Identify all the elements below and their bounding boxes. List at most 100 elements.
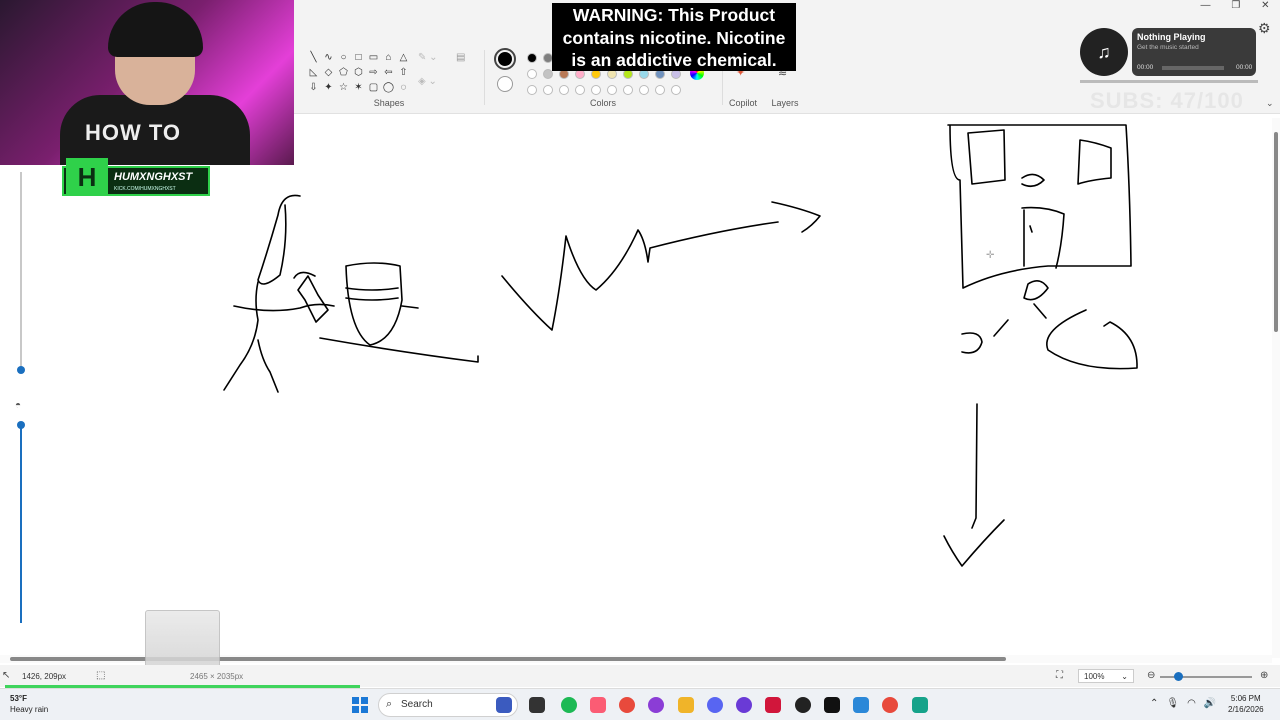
badge-logo: H <box>66 158 108 196</box>
shape-option[interactable]: ◯ <box>381 80 396 95</box>
shape-option[interactable]: ✶ <box>351 80 366 95</box>
shape-option[interactable]: ○ <box>336 50 351 65</box>
shape-option[interactable]: □ <box>351 50 366 65</box>
wifi-icon[interactable]: ◠ <box>1187 698 1196 709</box>
stroke <box>1077 139 1112 185</box>
chevron-up-icon[interactable]: ⌃ <box>1150 698 1158 709</box>
stroke <box>233 303 335 312</box>
brush-size-track[interactable] <box>20 172 22 370</box>
stroke <box>947 124 1132 289</box>
shape-option[interactable]: ⇦ <box>381 65 396 80</box>
stroke <box>293 271 316 279</box>
shapes-more-icon[interactable]: ▤ <box>456 52 465 63</box>
shape-option[interactable]: ⇧ <box>396 65 411 80</box>
zoom-in-icon[interactable]: ⊕ <box>1260 670 1268 681</box>
zoom-out-icon[interactable]: ⊖ <box>1147 670 1155 681</box>
brush-size-knob[interactable] <box>17 366 25 374</box>
fit-screen-icon[interactable]: ⛶ <box>1056 670 1063 681</box>
color-swatch[interactable] <box>623 85 633 95</box>
opacity-knob[interactable] <box>17 421 25 429</box>
music-subtitle: Get the music started <box>1137 44 1199 51</box>
music-app-icon[interactable] <box>590 697 606 713</box>
warning-line: WARNING: This Product <box>572 5 776 25</box>
color-swatch[interactable] <box>607 85 617 95</box>
shape-option[interactable]: ▭ <box>366 50 381 65</box>
spotify-icon[interactable] <box>561 697 577 713</box>
discord-icon[interactable] <box>707 697 723 713</box>
color-swatch[interactable] <box>527 69 537 79</box>
streamer-badge: H HUMXNGHXST KICK.COM/HUMXNGHXST <box>62 158 210 196</box>
app-icon[interactable] <box>824 697 840 713</box>
notepad-icon[interactable] <box>853 697 869 713</box>
shape-option[interactable]: ⌂ <box>381 50 396 65</box>
music-progress-bar <box>1162 66 1224 70</box>
mic-icon[interactable]: 🎙 <box>1166 698 1179 709</box>
stroke <box>967 129 1006 185</box>
obs-icon[interactable] <box>648 697 664 713</box>
shape-option[interactable]: ☆ <box>336 80 351 95</box>
shape-option[interactable]: ⇩ <box>306 80 321 95</box>
gear-icon[interactable]: ⚙ <box>1258 20 1271 37</box>
color-swatch[interactable] <box>527 85 537 95</box>
shape-option[interactable]: ◇ <box>321 65 336 80</box>
color-swatch[interactable] <box>543 85 553 95</box>
color-swatch[interactable] <box>687 85 697 95</box>
shape-option[interactable]: ╲ <box>306 50 321 65</box>
minimize-icon[interactable]: — <box>1200 0 1210 14</box>
clock-date: 2/16/2026 <box>1228 705 1264 714</box>
chrome-icon[interactable] <box>619 697 635 713</box>
stroke <box>401 305 419 309</box>
opacity-icon: ◓ <box>15 400 22 411</box>
folder-icon[interactable] <box>678 697 694 713</box>
primary-color[interactable] <box>494 48 516 70</box>
zoom-slider-knob[interactable] <box>1174 672 1183 681</box>
color-swatch[interactable] <box>655 85 665 95</box>
volume-icon[interactable]: 🔊 <box>1204 698 1216 709</box>
outline-icon[interactable]: ✎ ⌄ <box>418 52 438 63</box>
color-swatch[interactable] <box>671 85 681 95</box>
start-button[interactable] <box>352 697 368 713</box>
music-note-icon[interactable]: ♫ <box>1080 28 1128 76</box>
search-placeholder: Search <box>401 699 433 710</box>
paint-icon[interactable] <box>912 697 928 713</box>
color-swatch[interactable] <box>591 85 601 95</box>
shape-option[interactable]: ◌ <box>396 80 411 95</box>
weather-widget[interactable]: 53°F Heavy rain <box>10 693 48 715</box>
color-swatch[interactable] <box>639 85 649 95</box>
vertical-scroll-thumb[interactable] <box>1274 132 1278 332</box>
stroke <box>1046 309 1138 370</box>
shape-option[interactable]: ⇨ <box>366 65 381 80</box>
layers-label: Layers <box>771 98 799 108</box>
stroke <box>223 281 259 391</box>
stroke <box>297 275 329 323</box>
shape-option[interactable]: ⬡ <box>351 65 366 80</box>
collapse-ribbon-icon[interactable]: ⌄ <box>1266 98 1274 109</box>
color-swatch[interactable] <box>575 85 585 95</box>
shape-option[interactable]: △ <box>396 50 411 65</box>
shape-option[interactable]: ∿ <box>321 50 336 65</box>
shape-option[interactable]: ✦ <box>321 80 336 95</box>
app-icon[interactable] <box>765 697 781 713</box>
flag-icon[interactable] <box>496 697 512 713</box>
app-icon[interactable] <box>795 697 811 713</box>
chrome-icon[interactable] <box>882 697 898 713</box>
colors-label: Colors <box>589 98 616 108</box>
shape-option[interactable]: ▢ <box>366 80 381 95</box>
zoom-select[interactable]: 100% ⌄ <box>1078 669 1134 683</box>
drawing-canvas[interactable]: ✛ <box>0 115 1272 655</box>
terminal-icon[interactable] <box>529 697 545 713</box>
shapes-gallery[interactable]: ╲ ∿ ○ □ ▭ ⌂ △ ◺ ◇ ⬠ ⬡ ⇨ ⇦ ⇧ ⇩ ✦ ☆ ✶ ▢ ◯ ◌ <box>306 50 411 95</box>
color-swatch[interactable] <box>527 53 537 63</box>
clock[interactable]: 5:06 PM 2/16/2026 <box>1228 693 1264 715</box>
restore-icon[interactable]: ❐ <box>1231 0 1240 14</box>
opacity-track[interactable] <box>20 425 22 623</box>
app-icon[interactable] <box>736 697 752 713</box>
shape-option[interactable]: ⬠ <box>336 65 351 80</box>
shape-option[interactable]: ◺ <box>306 65 321 80</box>
close-icon[interactable]: ✕ <box>1261 0 1269 14</box>
sketch-strokes: ✛ <box>223 124 1138 567</box>
fill-icon[interactable]: ◈ ⌄ <box>418 76 437 87</box>
taskbar: 53°F Heavy rain ⌕ Search ⌃ 🎙 ◠ 🔊 5:06 PM <box>0 688 1280 720</box>
color-swatch[interactable] <box>559 85 569 95</box>
secondary-color[interactable] <box>497 76 513 92</box>
